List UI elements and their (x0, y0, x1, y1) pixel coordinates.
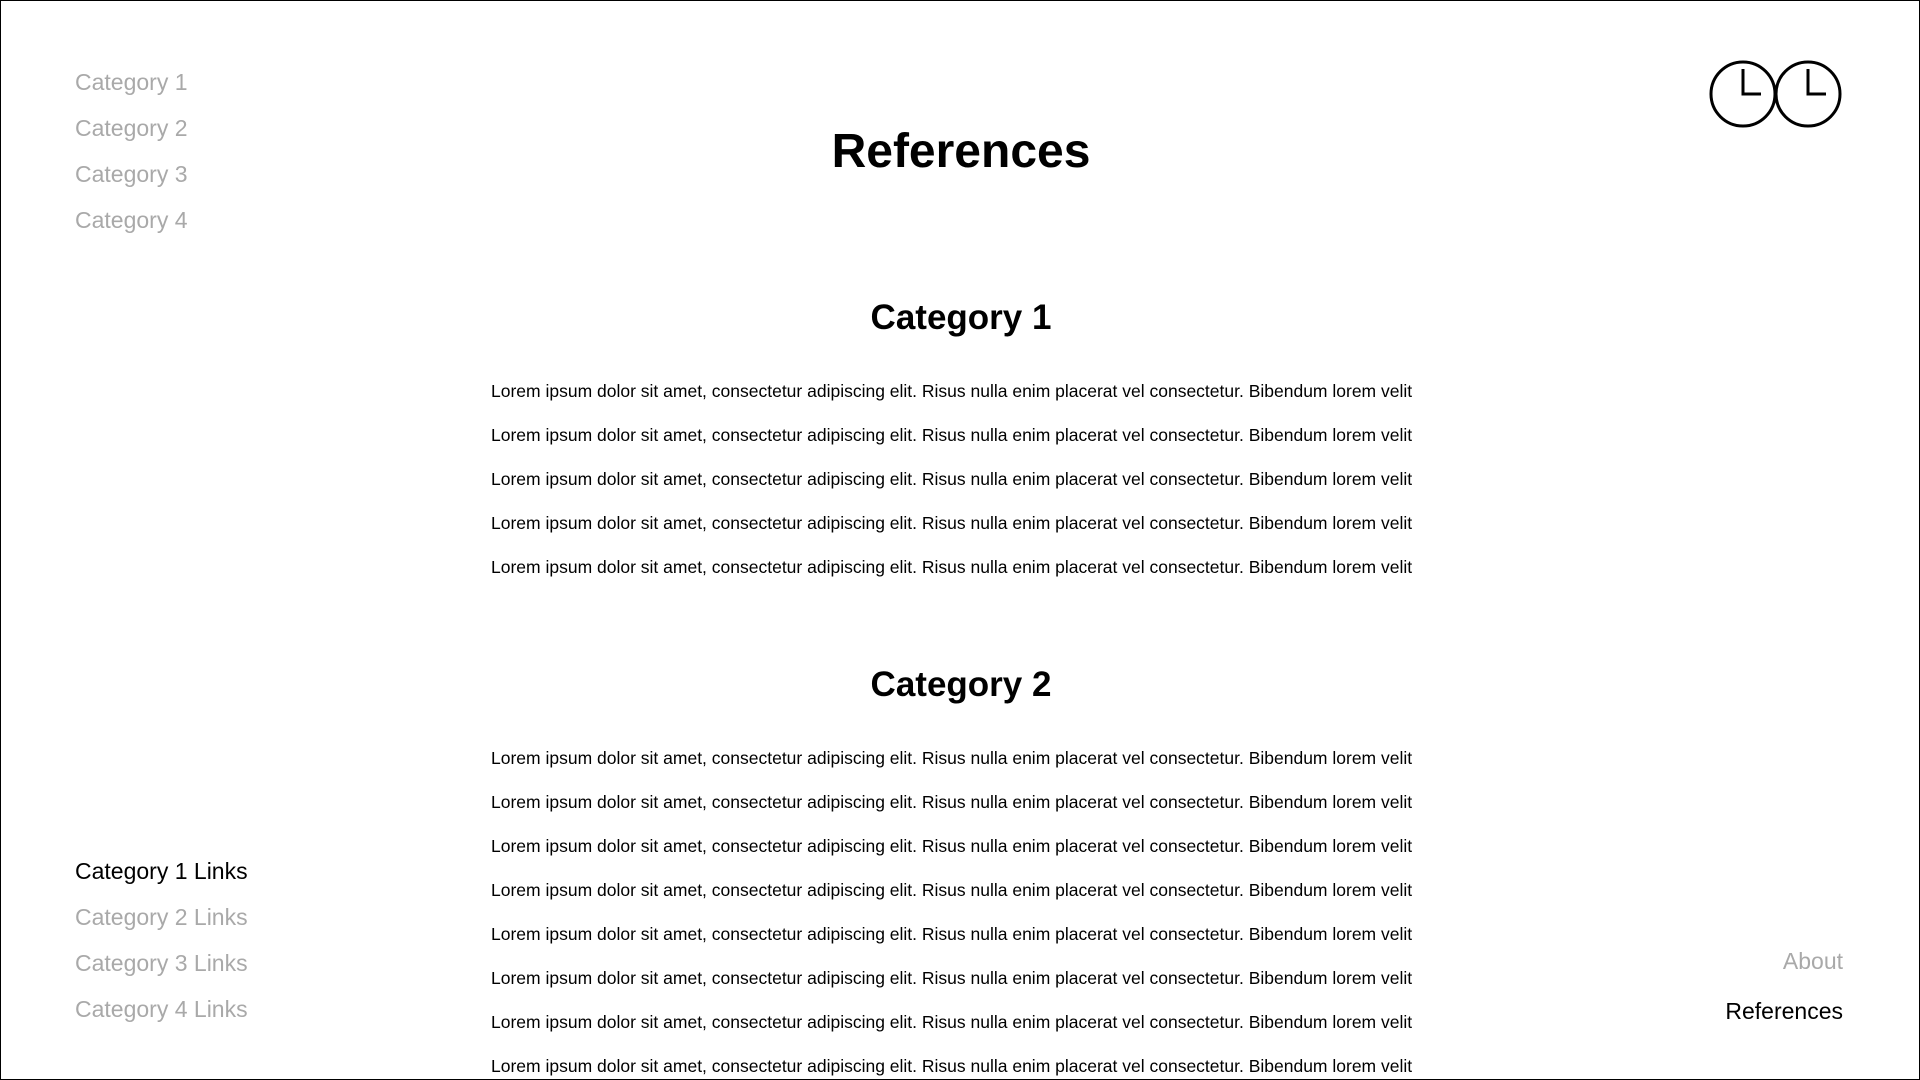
links-nav-item-1[interactable]: Category 1 Links (75, 848, 248, 894)
category-nav-item-4[interactable]: Category 4 (75, 197, 188, 243)
reference-item: Lorem ipsum dolor sit amet, consectetur … (491, 1012, 1413, 1032)
links-nav-item-4[interactable]: Category 4 Links (75, 986, 248, 1032)
reference-item: Lorem ipsum dolor sit amet, consectetur … (491, 469, 1413, 489)
page-nav-about[interactable]: About (1725, 936, 1843, 986)
page-title: References (831, 125, 1091, 178)
category-nav-item-1[interactable]: Category 1 (75, 59, 188, 105)
reference-item: Lorem ipsum dolor sit amet, consectetur … (491, 1056, 1413, 1076)
links-nav: Category 1 Links Category 2 Links Catego… (75, 848, 248, 1032)
page-nav-references[interactable]: References (1725, 986, 1843, 1036)
reference-list: Lorem ipsum dolor sit amet, consectetur … (491, 736, 1431, 1079)
reference-item: Lorem ipsum dolor sit amet, consectetur … (491, 381, 1413, 401)
references-content: Category 1 Lorem ipsum dolor sit amet, c… (491, 289, 1431, 1079)
reference-item: Lorem ipsum dolor sit amet, consectetur … (491, 792, 1413, 812)
reference-item: Lorem ipsum dolor sit amet, consectetur … (491, 513, 1413, 533)
double-clock-icon[interactable] (1709, 59, 1845, 129)
links-nav-item-3[interactable]: Category 3 Links (75, 940, 248, 986)
reference-section: Category 1 Lorem ipsum dolor sit amet, c… (491, 289, 1431, 589)
reference-item: Lorem ipsum dolor sit amet, consectetur … (491, 924, 1413, 944)
reference-section: Category 2 Lorem ipsum dolor sit amet, c… (491, 656, 1431, 1079)
section-heading: Category 2 (870, 665, 1052, 704)
reference-item: Lorem ipsum dolor sit amet, consectetur … (491, 836, 1413, 856)
reference-item: Lorem ipsum dolor sit amet, consectetur … (491, 880, 1413, 900)
page-nav: About References (1725, 936, 1843, 1036)
reference-item: Lorem ipsum dolor sit amet, consectetur … (491, 968, 1413, 988)
reference-item: Lorem ipsum dolor sit amet, consectetur … (491, 425, 1413, 445)
links-nav-item-2[interactable]: Category 2 Links (75, 894, 248, 940)
section-heading: Category 1 (870, 298, 1052, 337)
reference-list: Lorem ipsum dolor sit amet, consectetur … (491, 369, 1431, 589)
page-frame: Category 1 Category 2 Category 3 Categor… (0, 0, 1920, 1080)
reference-item: Lorem ipsum dolor sit amet, consectetur … (491, 557, 1413, 577)
reference-item: Lorem ipsum dolor sit amet, consectetur … (491, 748, 1413, 768)
